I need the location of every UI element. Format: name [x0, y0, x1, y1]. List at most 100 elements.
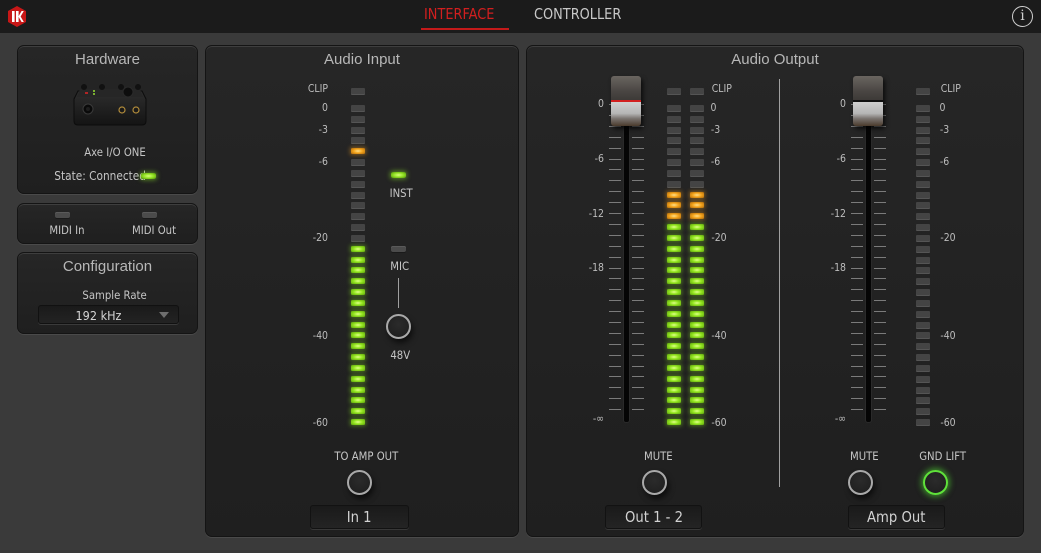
ampout-fader-tick [851, 180, 863, 181]
out12-fader-tick [609, 398, 621, 399]
ampout-channel-name[interactable]: Amp Out [848, 505, 945, 529]
out12-right-meter-segment [690, 169, 704, 176]
out12-right-meter-segment [690, 386, 704, 393]
ampout-fader-tick [874, 376, 886, 377]
out12-left-meter-segment [667, 137, 681, 144]
input-meter-segment [351, 169, 365, 176]
ampout-meter-segment [916, 245, 930, 252]
out12-fader-tick [609, 344, 621, 345]
gnd-lift-button[interactable] [923, 470, 948, 495]
out12-right-meter-segment [690, 105, 704, 111]
input-meter-segment [351, 191, 365, 198]
out12-left-meter-segment [667, 202, 681, 209]
out12-left-meter-segment [667, 267, 681, 274]
ampout-meter-segment [916, 159, 930, 166]
ampout-fader-handle[interactable] [853, 76, 883, 126]
ampout-meter-scale-label: -6 [939, 155, 950, 168]
out12-fader-tick [632, 300, 644, 301]
out12-left-meter-segment [667, 169, 681, 176]
to-amp-out-label: TO AMP OUT [334, 449, 399, 463]
ampout-meter-segment [916, 278, 930, 285]
input-meter-segment [351, 343, 365, 350]
to-amp-out-button[interactable] [347, 470, 372, 495]
ampout-fader-tick [851, 202, 863, 203]
out12-fader-tick [632, 257, 644, 258]
ampout-fader-tick [851, 366, 863, 367]
ampout-fader-tick [874, 387, 886, 388]
input-meter-segment [351, 397, 365, 404]
tab-interface[interactable]: INTERFACE [424, 5, 494, 23]
ampout-fader-tick [874, 224, 886, 225]
ampout-mute-button[interactable] [848, 470, 873, 495]
out12-right-meter-segment [690, 224, 704, 231]
ampout-fader-tick [874, 278, 886, 279]
out12-right-meter-segment [690, 126, 704, 133]
connection-state: State: Connected [54, 169, 146, 183]
out12-right-meter-segment [690, 202, 704, 209]
out12-fader-tick [609, 289, 621, 290]
sample-rate-select[interactable]: 192 kHz [38, 305, 179, 324]
ampout-fader-tick [851, 322, 863, 323]
ampout-fader-tick [874, 148, 886, 149]
ampout-fader-track[interactable] [866, 106, 871, 422]
out12-fader-tick [632, 235, 644, 236]
out12-fader-tick [609, 246, 621, 247]
out12-mute-label: MUTE [643, 449, 673, 463]
out12-fader-tick [609, 159, 621, 160]
audio-input-title: Audio Input [324, 51, 400, 68]
out12-meter-scale-label: CLIP [711, 82, 732, 95]
ampout-fader-tick [851, 191, 863, 192]
out12-fader-tick [632, 246, 644, 247]
input-meter-segment [351, 256, 365, 263]
ampout-meter-scale-label: -3 [939, 123, 950, 136]
out12-fader-tick [609, 169, 621, 170]
out12-fader-tick [632, 224, 644, 225]
info-icon[interactable]: i [1012, 6, 1033, 27]
out12-fader-tick [632, 148, 644, 149]
chevron-down-icon [159, 312, 169, 318]
phantom-power-button[interactable] [386, 314, 411, 339]
out12-right-meter-segment [690, 332, 704, 339]
out12-mute-button[interactable] [642, 470, 667, 495]
out12-left-meter-segment [667, 126, 681, 133]
audio-output-panel: Audio Output MUTE Out 1 - 2 MUTE GND LIF… [526, 45, 1024, 537]
tab-controller[interactable]: CONTROLLER [534, 5, 621, 23]
out12-fader-tick [632, 409, 644, 410]
ampout-meter-segment [916, 213, 930, 220]
out12-fader-tick [609, 148, 621, 149]
out12-channel-name[interactable]: Out 1 - 2 [605, 505, 702, 529]
out12-fader-track[interactable] [624, 106, 629, 422]
ampout-fader-scale-label: -18 [830, 261, 846, 274]
input-meter-segment [351, 267, 365, 274]
out12-fader-tick [609, 355, 621, 356]
ampout-fader-tick [851, 300, 863, 301]
out12-right-meter-segment [690, 310, 704, 317]
ampout-meter-segment [916, 299, 930, 306]
out12-fader-tick [632, 202, 644, 203]
out12-fader-tick [632, 344, 644, 345]
ampout-fader-tick [874, 289, 886, 290]
ampout-meter-segment [916, 234, 930, 241]
midi-out-led [142, 212, 157, 218]
ampout-meter-segment [916, 224, 930, 231]
sample-rate-value: 192 kHz [75, 308, 122, 323]
input-meter-segment [351, 310, 365, 317]
out12-left-meter-segment [667, 386, 681, 393]
input-meter-scale-label: -40 [312, 329, 328, 342]
out12-right-meter-segment [690, 159, 704, 166]
out12-fader-tick [609, 322, 621, 323]
ampout-meter-clip-segment [916, 88, 930, 94]
input-channel-name[interactable]: In 1 [310, 505, 409, 529]
input-meter-segment [351, 278, 365, 285]
out12-fader-tick [632, 366, 644, 367]
ik-logo-icon[interactable] [7, 6, 27, 27]
out12-meter-scale-label: -3 [710, 123, 721, 136]
out12-right-meter-segment [690, 397, 704, 404]
out12-channel-name-text: Out 1 - 2 [624, 508, 683, 526]
input-meter-segment [351, 213, 365, 220]
input-meter-segment [351, 202, 365, 209]
out12-fader-tick [609, 224, 621, 225]
out12-fader-handle[interactable] [611, 76, 641, 126]
ampout-meter-segment [916, 386, 930, 393]
ampout-meter-scale-label: -20 [940, 231, 956, 244]
